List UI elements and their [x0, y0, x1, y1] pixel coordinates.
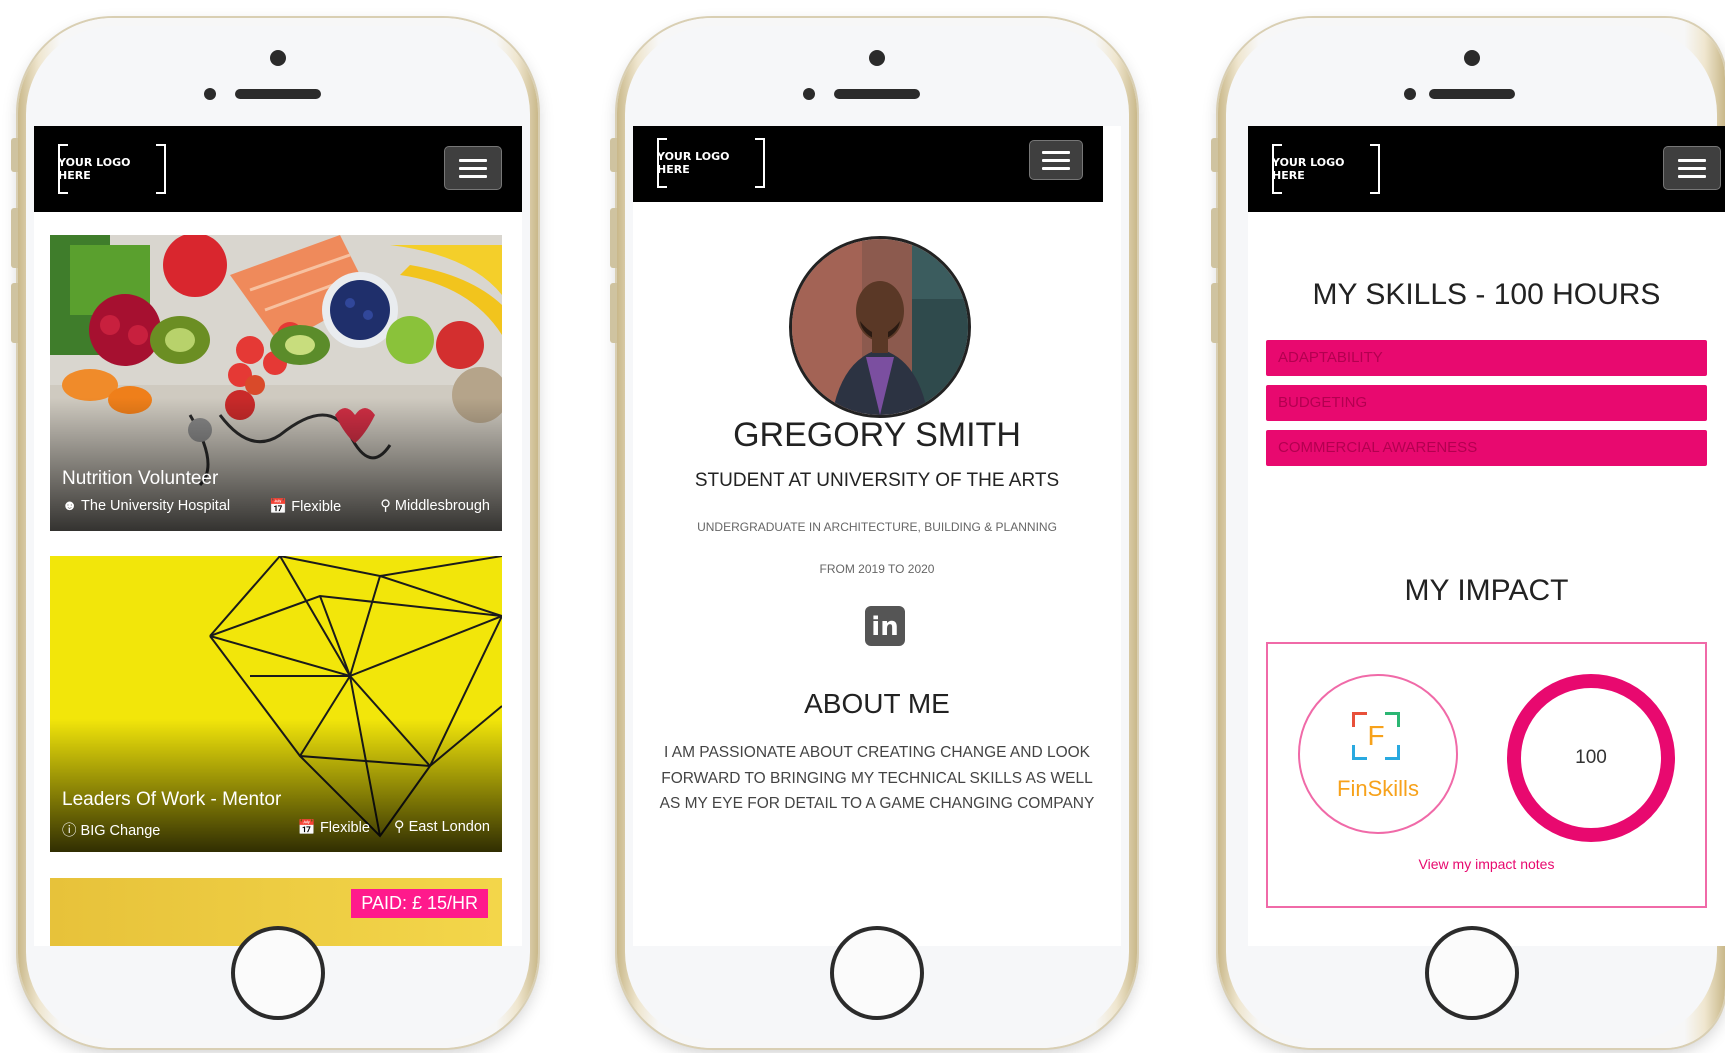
- finskills-name: FinSkills: [1337, 776, 1419, 801]
- card-title: Leaders Of Work - Mentor: [62, 789, 282, 810]
- profile-name: GREGORY SMITH: [733, 416, 1021, 454]
- front-camera: [270, 50, 286, 66]
- info-icon: ⓘ: [62, 823, 77, 839]
- logo[interactable]: YOUR LOGO HERE: [58, 144, 166, 194]
- card-schedule: Flexible: [291, 499, 342, 515]
- hours-value: 100: [1575, 747, 1607, 768]
- navbar: YOUR LOGO HERE: [633, 126, 1103, 202]
- profile-photo: [789, 236, 971, 418]
- finskills-frame-icon: F: [1352, 712, 1400, 760]
- profile-dates: FROM 2019 TO 2020: [819, 562, 935, 576]
- card-meta: ☻ The University Hospital 📅 Flexible ⚲ M…: [62, 498, 490, 515]
- calendar-icon: 📅: [269, 499, 288, 515]
- about-text: I AM PASSIONATE ABOUT CREATING CHANGE AN…: [659, 744, 1095, 812]
- navbar: YOUR LOGO HERE: [1248, 126, 1725, 212]
- map-pin-icon: ⚲: [393, 819, 405, 835]
- card-meta: ⓘ BIG Change 📅 Flexible ⚲ East London: [62, 819, 490, 840]
- card-org: The University Hospital: [81, 498, 231, 514]
- calendar-icon: 📅: [297, 820, 316, 836]
- logo[interactable]: YOUR LOGO HERE: [1272, 144, 1380, 194]
- profile-role: STUDENT AT UNIVERSITY OF THE ARTS: [694, 470, 1060, 491]
- home-button[interactable]: [830, 926, 924, 1020]
- screen-opportunities: YOUR LOGO HERE Nutrition Volunteer ☻ The…: [34, 126, 522, 946]
- sensor-dot: [204, 88, 216, 100]
- screen-profile: YOUR LOGO HERE GREGORY SMITH STUDENT AT: [633, 126, 1121, 946]
- opportunity-card[interactable]: Nutrition Volunteer ☻ The University Hos…: [50, 235, 502, 531]
- skill-bar: COMMERCIAL AWARENESS: [1266, 430, 1707, 466]
- hamburger-menu-icon[interactable]: [1663, 146, 1721, 190]
- map-pin-icon: ⚲: [380, 498, 391, 514]
- paid-rate-badge: PAID: £ 15/HR: [351, 889, 488, 918]
- earpiece-speaker: [1428, 89, 1515, 99]
- home-button[interactable]: [231, 926, 325, 1020]
- linkedin-icon[interactable]: in: [865, 606, 905, 646]
- card-org: BIG Change: [80, 823, 161, 839]
- phone-mockup-1: YOUR LOGO HERE Nutrition Volunteer ☻ The…: [11, 18, 538, 1048]
- earpiece-speaker: [834, 89, 920, 99]
- finskills-logo: F FinSkills: [1298, 674, 1458, 834]
- phone-mockup-3: YOUR LOGO HERE MY SKILLS - 100 HOURS ADA…: [1211, 18, 1725, 1048]
- impact-heading: MY IMPACT: [1404, 574, 1569, 607]
- hours-ring: 100: [1507, 674, 1675, 842]
- screen-skills: YOUR LOGO HERE MY SKILLS - 100 HOURS ADA…: [1248, 126, 1725, 946]
- hamburger-menu-icon[interactable]: [444, 146, 502, 190]
- front-camera: [1463, 50, 1480, 66]
- impact-card: F FinSkills 100 View my impact notes: [1266, 642, 1707, 908]
- home-button[interactable]: [1424, 926, 1519, 1020]
- skill-bar: BUDGETING: [1266, 385, 1707, 421]
- logo-text: YOUR LOGO HERE: [657, 150, 730, 176]
- user-icon: ☻: [62, 498, 78, 514]
- sensor-dot: [803, 88, 815, 100]
- profile-degree: UNDERGRADUATE IN ARCHITECTURE, BUILDING …: [697, 520, 1057, 534]
- card-location: Middlesbrough: [394, 498, 490, 514]
- opportunity-card[interactable]: Leaders Of Work - Mentor ⓘ BIG Change 📅 …: [50, 556, 502, 852]
- about-heading: ABOUT ME: [804, 688, 950, 719]
- earpiece-speaker: [235, 89, 321, 99]
- skills-heading: MY SKILLS - 100 HOURS: [1312, 278, 1661, 311]
- card-schedule: Flexible: [319, 820, 370, 836]
- skill-bar: ADAPTABILITY: [1266, 340, 1707, 376]
- impact-notes-link[interactable]: View my impact notes: [1268, 856, 1705, 872]
- logo[interactable]: YOUR LOGO HERE: [657, 138, 765, 188]
- phone-mockup-2: YOUR LOGO HERE GREGORY SMITH STUDENT AT: [610, 18, 1137, 1048]
- sensor-dot: [1404, 88, 1416, 100]
- hamburger-menu-icon[interactable]: [1029, 140, 1083, 180]
- front-camera: [869, 50, 885, 66]
- navbar: YOUR LOGO HERE: [34, 126, 522, 212]
- logo-text: YOUR LOGO HERE: [1272, 156, 1345, 182]
- logo-text: YOUR LOGO HERE: [58, 156, 131, 182]
- card-title: Nutrition Volunteer: [62, 468, 219, 489]
- card-location: East London: [408, 819, 490, 835]
